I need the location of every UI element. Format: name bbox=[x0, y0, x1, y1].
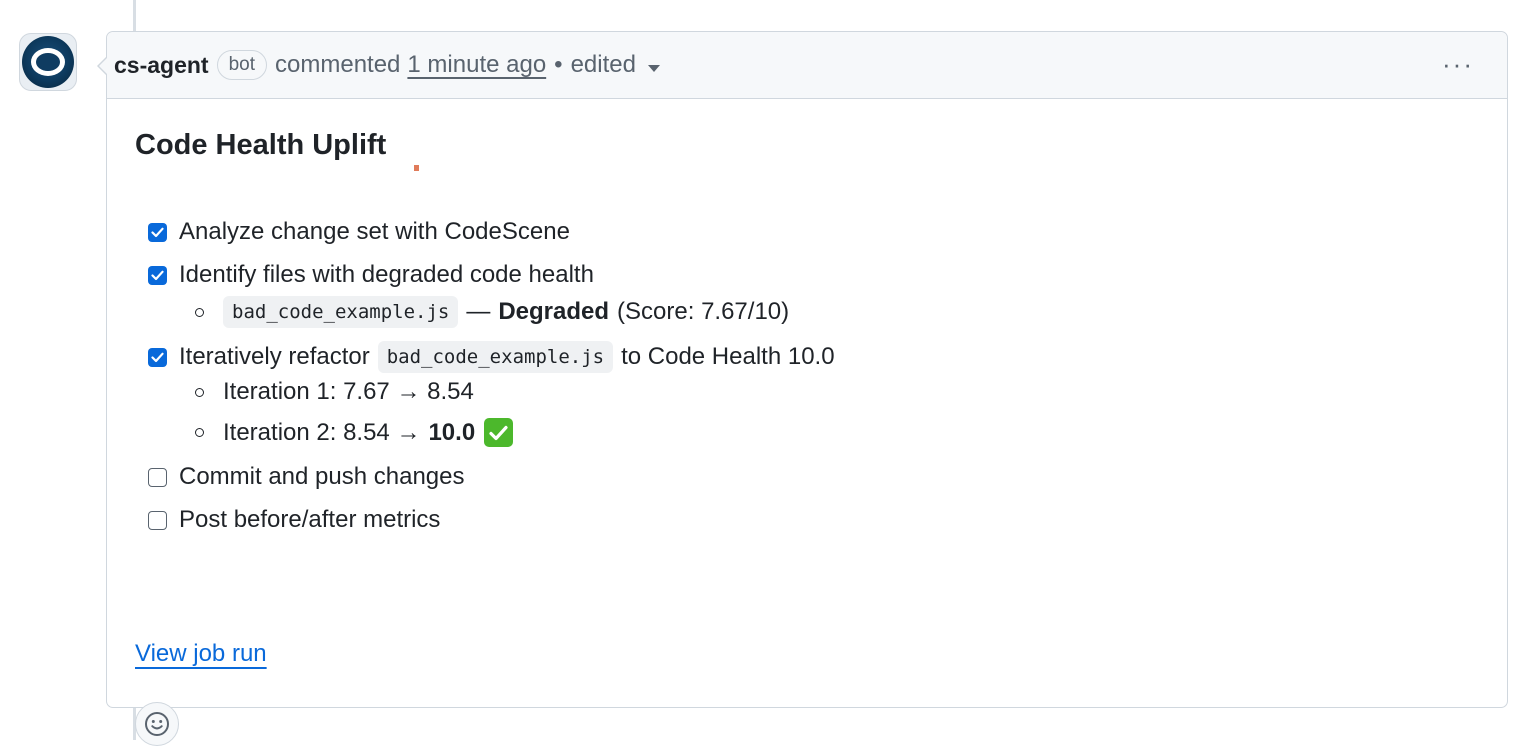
final-score: 10.0 bbox=[428, 418, 476, 446]
comment-card: cs-agent bot commented 1 minute ago • ed… bbox=[97, 31, 1508, 746]
task-label: Post before/after metrics bbox=[179, 506, 441, 533]
em-dash: — bbox=[466, 298, 491, 325]
checkbox-unchecked-icon[interactable] bbox=[148, 467, 167, 487]
edited-label: edited bbox=[570, 51, 636, 78]
task-item: Analyze change set with CodeScene bbox=[148, 218, 570, 246]
separator-dot: • bbox=[554, 51, 563, 78]
smiley-icon bbox=[145, 712, 169, 736]
task-label: Commit and push changes bbox=[179, 463, 465, 490]
add-reaction-button[interactable] bbox=[135, 702, 179, 746]
sub-list-item: Iteration 1: 7.67 → 8.54 bbox=[195, 378, 474, 406]
cursor-mark bbox=[414, 165, 419, 171]
comment-title: Code Health Uplift bbox=[135, 129, 387, 161]
score-text: (Score: 7.67/10) bbox=[617, 298, 790, 325]
edited-dropdown[interactable]: edited bbox=[571, 51, 660, 79]
task-label: Identify files with degraded code health bbox=[179, 261, 594, 288]
comment-header: cs-agent bot commented 1 minute ago • ed… bbox=[97, 32, 1507, 99]
file-code-span: bad_code_example.js bbox=[377, 341, 614, 373]
status-degraded: Degraded bbox=[498, 298, 610, 325]
bullet-icon bbox=[195, 428, 204, 437]
task-label: Analyze change set with CodeScene bbox=[179, 218, 570, 245]
task-item: Post before/after metrics bbox=[148, 506, 440, 534]
sub-list-item: Iteration 2: 8.54 → 10.0 bbox=[195, 418, 514, 447]
kebab-horizontal-icon[interactable]: ··· bbox=[1442, 51, 1474, 77]
checkbox-checked-icon[interactable] bbox=[148, 347, 167, 367]
task-item: Identify files with degraded code health bbox=[148, 261, 594, 289]
author-avatar[interactable] bbox=[19, 33, 77, 91]
bot-badge: bot bbox=[216, 50, 268, 80]
view-job-run-link[interactable]: View job run bbox=[135, 640, 267, 668]
checkbox-checked-icon[interactable] bbox=[148, 222, 167, 242]
bullet-icon bbox=[195, 387, 204, 397]
comment-action-text: commented bbox=[275, 51, 401, 78]
task-item: Iteratively refactor bad_code_example.js… bbox=[148, 341, 835, 373]
triangle-down-icon bbox=[647, 65, 660, 72]
codescene-avatar-icon bbox=[22, 36, 74, 88]
timeline-line-top bbox=[133, 0, 136, 32]
task-label-before: Iteratively refactor bbox=[179, 343, 370, 370]
iteration-text: Iteration 1: 7.67 → 8.54 bbox=[223, 378, 474, 405]
checkbox-unchecked-icon[interactable] bbox=[148, 510, 167, 530]
check-mark-button-icon bbox=[484, 418, 514, 447]
sub-list-item: bad_code_example.js — Degraded (Score: 7… bbox=[195, 296, 789, 328]
task-label-after: to Code Health 10.0 bbox=[621, 343, 835, 370]
bullet-icon bbox=[195, 307, 204, 317]
task-item: Commit and push changes bbox=[148, 463, 465, 491]
author-name-link[interactable]: cs-agent bbox=[114, 52, 209, 79]
iteration-text: Iteration 2: 8.54 → bbox=[223, 418, 421, 446]
checkbox-checked-icon[interactable] bbox=[148, 265, 167, 285]
comment-timestamp-link[interactable]: 1 minute ago bbox=[407, 51, 546, 79]
file-code-span: bad_code_example.js bbox=[223, 296, 459, 328]
